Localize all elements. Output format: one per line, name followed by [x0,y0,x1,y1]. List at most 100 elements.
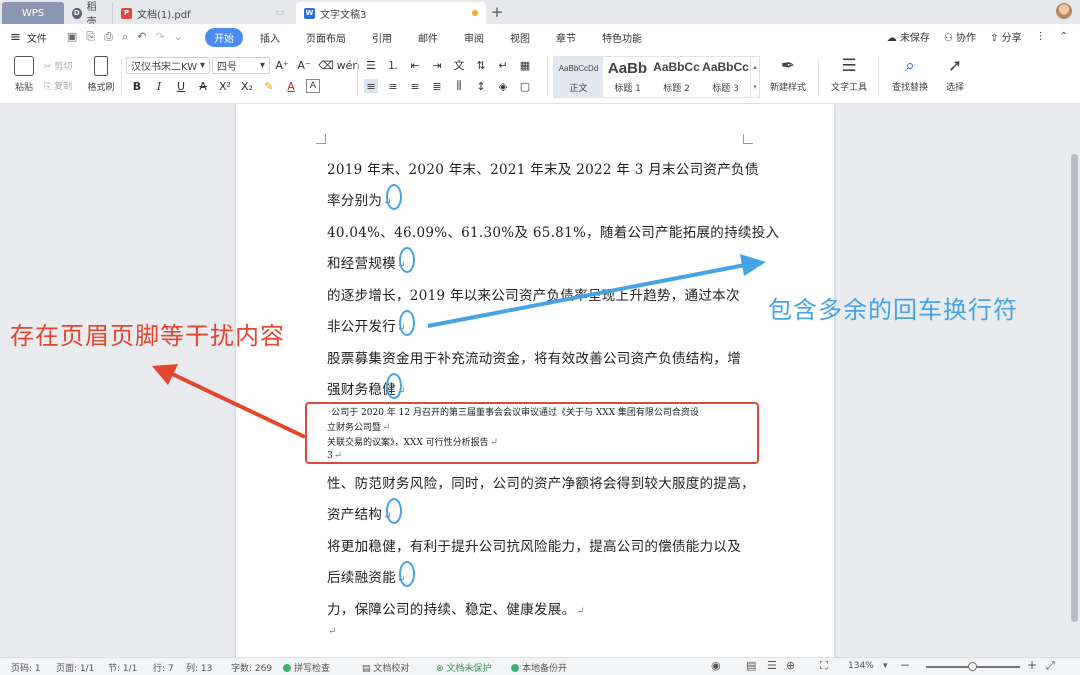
cut-button[interactable]: ✂ 剪切 [44,59,72,72]
superscript-icon[interactable]: X² [218,79,232,93]
collab-button[interactable]: ⚇ 协作 [944,29,976,44]
zoom-out-icon[interactable]: − [900,658,910,672]
tab-page-layout[interactable]: 页面布局 [297,28,355,47]
table-icon[interactable]: ▦ [518,58,532,72]
tab-daoke[interactable]: D 稻壳 [64,2,112,24]
tab-section[interactable]: 章节 [547,28,585,47]
pinyin-icon[interactable]: wén [341,58,355,72]
page-view-icon[interactable]: ▤ [746,659,756,672]
strikethrough-icon[interactable]: A [196,79,210,93]
underline-icon[interactable]: U [174,79,188,93]
align-right-icon[interactable]: ≡ [408,79,422,93]
text-tools-label: 文字工具 [831,80,867,93]
redo-icon[interactable]: ↷ [155,30,164,44]
increase-indent-icon[interactable]: ⇥ [430,58,444,72]
numbered-list-icon[interactable]: ⒈ [386,58,400,72]
distributed-icon[interactable]: ⫼ [452,79,466,93]
styles-scroll[interactable]: ▴▾ [750,57,759,97]
show-marks-icon[interactable]: ↵ [496,58,510,72]
highlight-icon[interactable]: ✎ [262,79,276,93]
backup-button[interactable]: 本地备份开 [511,661,567,674]
chinese-layout-icon[interactable]: 文 [452,58,466,72]
text-tools-button[interactable]: ☰ 文字工具 [827,56,871,93]
font-size-select[interactable]: 四号▾ [212,57,270,74]
decrease-indent-icon[interactable]: ⇤ [408,58,422,72]
monitor-icon[interactable]: ▭ [275,8,284,18]
linebreak-highlight-circle [386,498,402,524]
zoom-slider-knob[interactable] [968,662,977,671]
preview-icon[interactable]: ⌕ [122,30,128,44]
paste-button[interactable]: 粘贴 [6,56,42,93]
copy-button[interactable]: ⎘ 复制 [44,79,72,92]
document-page[interactable]: 2019 年末、2020 年末、2021 年末及 2022 年 3 月末公司资产… [236,104,834,657]
collapse-ribbon-icon[interactable]: ⌃ [1060,31,1068,42]
tab-pdf-document[interactable]: P 文档(1).pdf ▭ [112,2,292,24]
style-heading-2[interactable]: AaBbCc 标题 2 [652,57,701,97]
save-icon[interactable]: ▣ [67,30,77,44]
tab-view[interactable]: 视图 [501,28,539,47]
avatar[interactable] [1056,3,1072,19]
chevron-up-icon[interactable]: ▴ [753,63,757,71]
style-heading-1-label: 标题 1 [614,81,641,94]
border-icon[interactable]: ▢ [518,79,532,93]
more-icon[interactable]: ⌄ [174,30,183,44]
zoom-in-icon[interactable]: + [1027,658,1037,672]
hamburger-icon[interactable]: ≡ [10,30,21,45]
status-word-count[interactable]: 字数: 269 [231,661,272,674]
zoom-dropdown-icon[interactable]: ▾ [883,661,888,671]
sort-icon[interactable]: ⇅ [474,58,488,72]
align-center-icon[interactable]: ≡ [386,79,400,93]
find-replace-button[interactable]: ⌕ 查找替换 [886,56,934,93]
eye-protection-icon[interactable]: ◉ [711,659,721,672]
bold-icon[interactable]: B [130,79,144,93]
new-tab-plus-icon[interactable]: + [486,3,508,21]
subscript-icon[interactable]: X₂ [240,79,254,93]
clear-format-icon[interactable]: ⌫ [319,58,333,72]
tab-mail[interactable]: 邮件 [409,28,447,47]
font-name-select[interactable]: 汉仪书宋二KW▾ [126,57,210,74]
line-spacing-icon[interactable]: ↕ [474,79,488,93]
tab-start[interactable]: 开始 [205,28,243,47]
shrink-font-icon[interactable]: A⁻ [297,58,311,72]
char-border-icon[interactable]: A [306,79,320,93]
fullscreen-icon[interactable]: ⤢ [1046,659,1055,673]
align-left-icon[interactable]: ≡ [364,79,378,93]
undo-icon[interactable]: ↶ [137,30,146,44]
style-heading-3[interactable]: AaBbCc 标题 3 [701,57,750,97]
select-button[interactable]: ➚ 选择 [938,56,972,93]
new-style-button[interactable]: ✒ 新建样式 [766,56,810,93]
protection-button[interactable]: ⊗ 文档未保护 [436,661,491,674]
justify-icon[interactable]: ≣ [430,79,444,93]
vertical-scrollbar[interactable] [1070,104,1078,657]
shading-icon[interactable]: ◈ [496,79,510,93]
print-icon[interactable]: ⎙ [104,30,113,44]
proofread-button[interactable]: ▤ 文档校对 [362,661,409,674]
zoom-slider[interactable] [926,666,1020,668]
zoom-level[interactable]: 134% [848,661,874,671]
scroll-thumb[interactable] [1071,154,1078,622]
web-view-icon[interactable]: ⊕ [786,659,795,672]
share-button[interactable]: ⇪ 分享 [990,29,1022,44]
unsaved-button[interactable]: ☁ 未保存 [887,29,930,44]
chevron-down-icon[interactable]: ▾ [753,83,757,91]
export-icon[interactable]: ⎘ [86,30,95,44]
more-vertical-icon[interactable]: ⋮ [1036,31,1046,42]
grow-font-icon[interactable]: A⁺ [275,58,289,72]
italic-icon[interactable]: I [152,79,166,93]
format-painter-button[interactable]: 格式刷 [83,56,119,93]
tab-wps[interactable]: WPS [2,2,64,24]
tab-features[interactable]: 特色功能 [593,28,651,47]
style-normal[interactable]: AaBbCcDd 正文 [554,57,603,97]
fit-page-icon[interactable]: ⛶ [820,659,828,673]
tab-references[interactable]: 引用 [363,28,401,47]
style-heading-1[interactable]: AaBb 标题 1 [603,57,652,97]
bullet-list-icon[interactable]: ☰ [364,58,378,72]
font-color-icon[interactable]: A [284,79,298,93]
tab-insert[interactable]: 插入 [251,28,289,47]
tab-review[interactable]: 审阅 [455,28,493,47]
tab-current-document[interactable]: W 文字文稿3 [296,2,486,24]
file-menu[interactable]: 文件 [27,30,47,45]
chevron-down-icon: ▾ [200,60,205,71]
outline-view-icon[interactable]: ☰ [767,659,777,672]
spellcheck-button[interactable]: 拼写检查 [283,661,330,674]
